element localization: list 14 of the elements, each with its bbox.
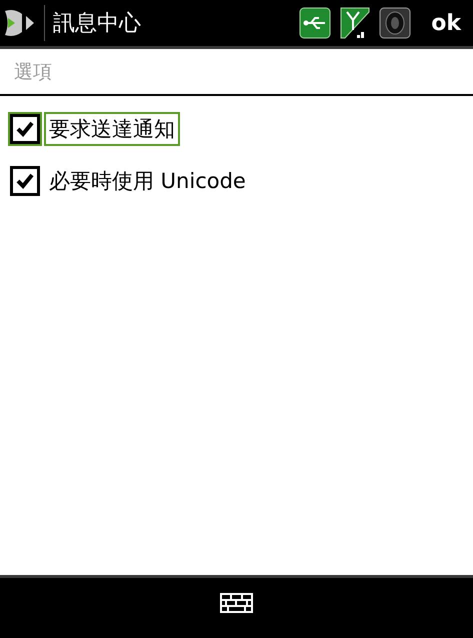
checkbox[interactable] [10, 166, 40, 196]
signal-icon[interactable] [339, 6, 372, 40]
window-title: 訊息中心 [53, 10, 142, 38]
option-label[interactable]: 必要時使用 Unicode [44, 164, 251, 198]
ok-button[interactable]: ok [427, 10, 465, 36]
section-title: 選項 [14, 60, 52, 84]
checkmark-icon [15, 119, 35, 139]
start-icon[interactable] [2, 8, 36, 38]
speaker-icon[interactable] [379, 7, 412, 39]
option-label[interactable]: 要求送達通知 [44, 112, 180, 146]
checkmark-icon [15, 171, 35, 191]
usb-icon[interactable] [299, 7, 332, 39]
keyboard-icon[interactable] [220, 593, 253, 613]
checkbox[interactable] [10, 114, 40, 144]
